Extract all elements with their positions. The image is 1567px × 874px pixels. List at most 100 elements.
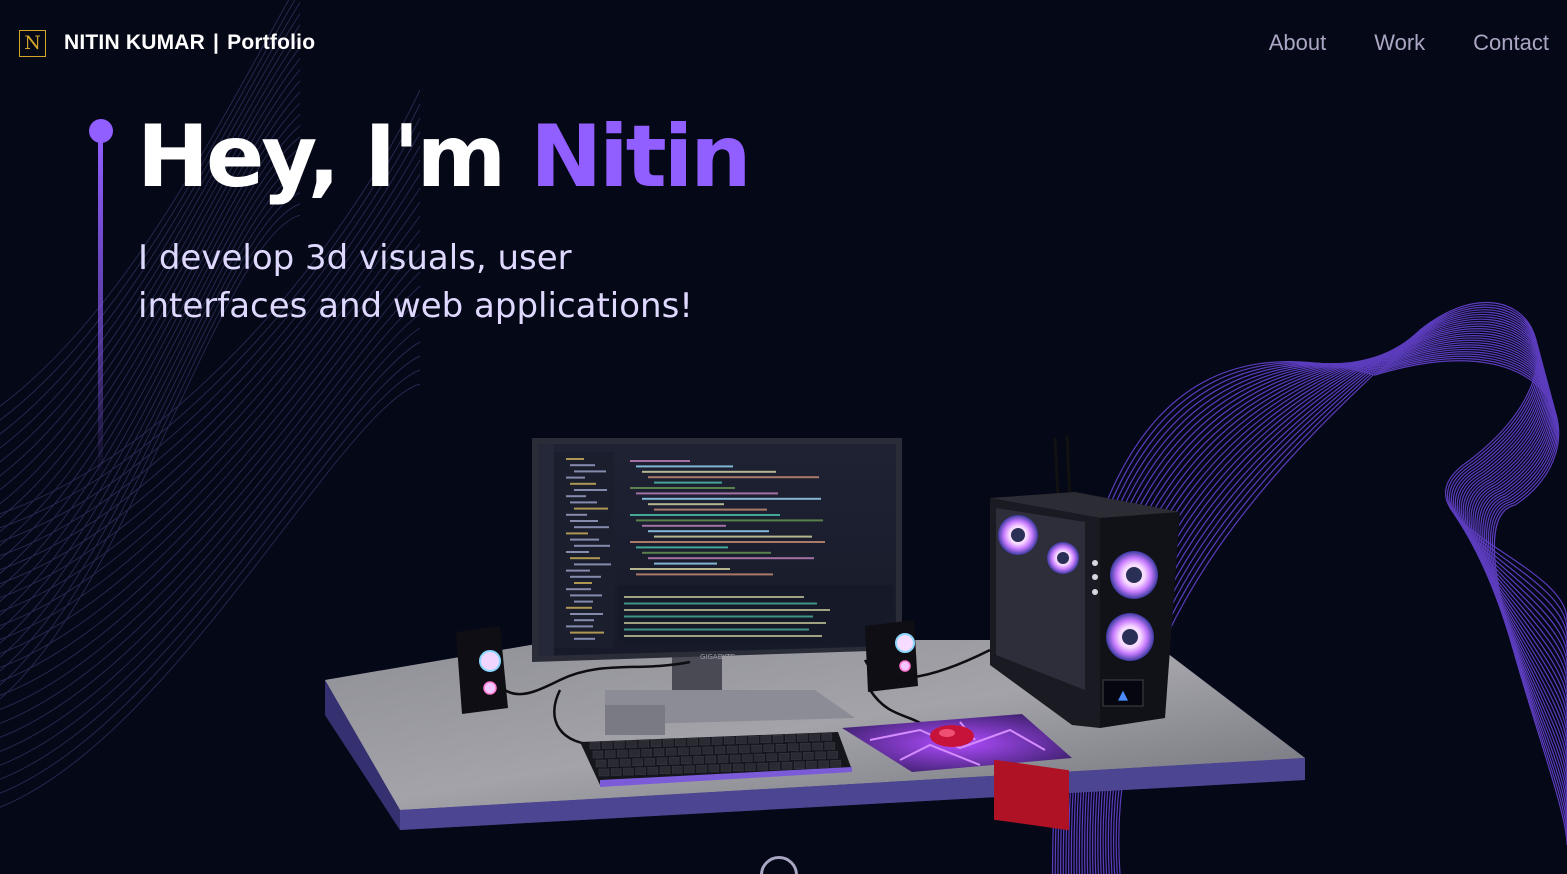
keyboard-key [696, 765, 707, 773]
file-tree-item [570, 538, 599, 541]
keyboard-key [803, 752, 814, 760]
code-line [636, 546, 728, 549]
keyboard-key [748, 735, 759, 744]
keyboard-key [739, 745, 750, 753]
keyboard-key [601, 741, 613, 749]
code-line [654, 481, 722, 484]
keyboard-key [607, 759, 619, 767]
file-tree-item [574, 507, 608, 510]
keyboard-key [687, 738, 698, 746]
keyboard-key [720, 764, 732, 772]
keyboard-key [604, 750, 616, 758]
file-tree-item [574, 489, 607, 491]
code-line [648, 530, 769, 533]
code-line [654, 535, 812, 538]
keyboard-key [772, 735, 784, 743]
code-line [636, 492, 778, 495]
keyboard-key [818, 760, 829, 769]
brand-link[interactable]: N NITIN KUMAR | Portfolio [19, 29, 315, 57]
nav-link-about[interactable]: About [1269, 30, 1327, 56]
keyboard-key [678, 747, 689, 756]
keyboard-key [635, 767, 646, 775]
code-line [648, 503, 724, 506]
keyboard-key [732, 763, 744, 772]
keyboard-key [830, 760, 842, 768]
monitor: GIGABYTE [532, 438, 902, 662]
keyboard-key [626, 740, 637, 748]
keyboard-key [656, 757, 668, 765]
file-tree-item [566, 551, 589, 553]
file-tree-item [566, 625, 593, 628]
keyboard-key [598, 768, 610, 777]
file-tree-item [574, 470, 606, 473]
keyboard-key [824, 742, 836, 750]
file-tree-item [574, 619, 594, 622]
keyboard-key [723, 736, 735, 745]
keyboard-key [751, 744, 762, 753]
keyboard-key [684, 765, 695, 774]
file-tree-item [570, 631, 604, 634]
keyboard-key [702, 746, 714, 755]
keyboard-key [681, 756, 692, 765]
keyboard-key [757, 762, 768, 771]
keyboard-key [797, 734, 808, 742]
file-tree-item [570, 520, 598, 522]
brand-suffix: Portfolio [227, 31, 316, 54]
navbar: N NITIN KUMAR | Portfolio About Work Conta… [0, 0, 1567, 86]
keyboard-key [812, 742, 823, 751]
nav-link-work[interactable]: Work [1374, 30, 1425, 56]
keyboard-key [775, 744, 787, 752]
keyboard-key [629, 749, 640, 757]
code-line [642, 524, 726, 527]
code-line [648, 476, 819, 479]
keyboard-key [617, 749, 628, 758]
keyboard-key [806, 761, 817, 769]
file-tree-item [570, 501, 597, 504]
keyboard-key [623, 767, 634, 776]
keyboard-key [668, 757, 680, 765]
svg-text:▲: ▲ [1118, 688, 1128, 703]
keyboard-key [589, 741, 601, 750]
keyboard-key [671, 766, 683, 774]
keyboard-key [784, 734, 796, 743]
keyboard-key [790, 752, 802, 761]
left-speaker [456, 626, 508, 714]
code-line [630, 487, 735, 489]
keyboard-key [690, 747, 701, 755]
file-tree-item [566, 588, 591, 591]
code-line [642, 470, 776, 473]
file-tree-item [566, 495, 586, 498]
file-tree-item [570, 557, 600, 560]
keyboard-key [729, 754, 741, 763]
desktop-pc-3d-scene[interactable]: GIGABYTE ▲ [0, 0, 1567, 874]
mouse [930, 725, 974, 747]
file-tree-item [570, 464, 595, 467]
keyboard-key [766, 753, 778, 761]
keyboard-key [745, 763, 756, 771]
terminal-line [624, 635, 822, 637]
nav-link-contact[interactable]: Contact [1473, 30, 1549, 56]
keyboard-key [595, 759, 607, 768]
keyboard-key [787, 743, 799, 752]
code-line [654, 562, 717, 565]
keyboard-key [641, 748, 653, 757]
file-tree-item [574, 544, 610, 547]
keyboard-key [760, 735, 772, 743]
brand-text: NITIN KUMAR | Portfolio [64, 31, 315, 55]
keyboard-key [647, 766, 659, 775]
keyboard-key [809, 733, 820, 742]
keyboard-key [711, 737, 723, 745]
monitor-brand-label: GIGABYTE [700, 653, 735, 661]
keyboard-key [592, 750, 604, 759]
keyboard-key [620, 758, 631, 767]
brand-separator: | [213, 31, 220, 54]
code-line [642, 551, 771, 554]
terminal-line [624, 622, 826, 624]
terminal-line [624, 628, 809, 631]
n-logo-icon: N [19, 29, 46, 57]
keyboard-key [705, 755, 717, 764]
terminal-line [624, 615, 813, 618]
file-tree-item [566, 606, 592, 609]
keyboard-key [726, 745, 738, 754]
keyboard-key [614, 740, 625, 749]
